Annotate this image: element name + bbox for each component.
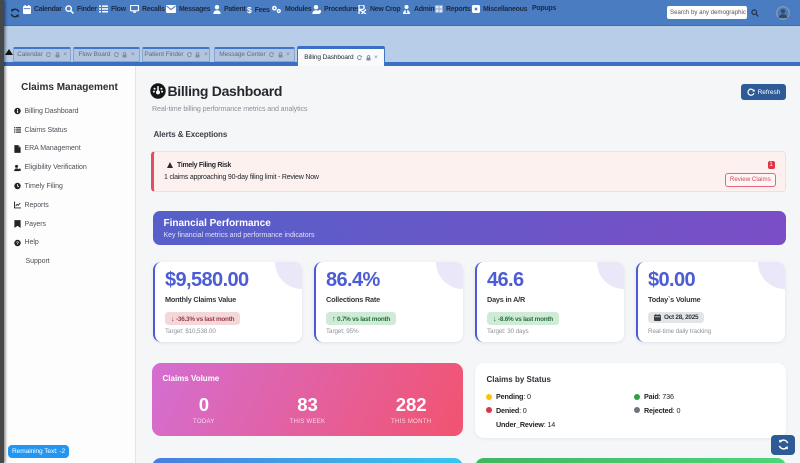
svg-text:?: ? — [16, 240, 19, 246]
